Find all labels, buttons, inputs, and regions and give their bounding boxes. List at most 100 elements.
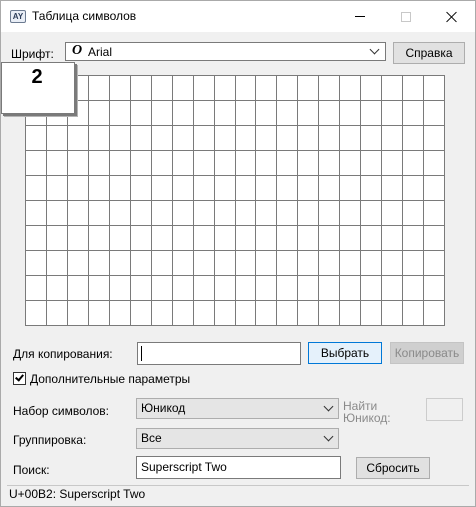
char-cell[interactable] [382,276,403,301]
char-cell[interactable] [277,126,298,151]
char-cell[interactable] [26,126,47,151]
char-cell[interactable] [26,201,47,226]
char-cell[interactable] [152,126,173,151]
char-cell[interactable] [403,151,424,176]
char-cell[interactable] [298,126,319,151]
char-cell[interactable] [361,76,382,101]
help-button[interactable]: Справка [393,42,465,64]
char-cell[interactable] [68,201,89,226]
char-cell[interactable] [173,151,194,176]
char-cell[interactable] [424,226,445,251]
title-bar[interactable]: AY Таблица символов [1,1,475,32]
char-cell[interactable] [215,101,236,126]
char-cell[interactable] [110,176,131,201]
char-cell[interactable] [424,201,445,226]
char-cell[interactable] [215,251,236,276]
char-cell[interactable] [194,276,215,301]
char-cell[interactable] [319,226,340,251]
char-cell[interactable] [403,76,424,101]
char-cell[interactable] [298,251,319,276]
char-cell[interactable] [194,76,215,101]
char-cell[interactable] [68,251,89,276]
char-cell[interactable] [131,226,152,251]
char-cell[interactable] [236,251,256,276]
char-cell[interactable] [277,276,298,301]
char-cell[interactable] [236,76,256,101]
char-cell[interactable] [319,251,340,276]
char-cell[interactable] [298,226,319,251]
char-cell[interactable] [26,226,47,251]
char-cell[interactable] [361,276,382,301]
char-cell[interactable] [194,101,215,126]
char-cell[interactable] [89,101,110,126]
char-cell[interactable] [194,226,215,251]
char-cell[interactable] [403,276,424,301]
char-cell[interactable] [236,126,256,151]
char-cell[interactable] [277,101,298,126]
char-cell[interactable] [236,176,256,201]
char-cell[interactable] [256,176,277,201]
char-cell[interactable] [152,151,173,176]
char-cell[interactable] [361,251,382,276]
char-cell[interactable] [424,251,445,276]
char-cell[interactable] [277,76,298,101]
char-cell[interactable] [277,176,298,201]
grouping-dropdown[interactable]: Все [136,428,339,449]
char-cell[interactable] [298,276,319,301]
char-cell[interactable] [340,126,361,151]
charset-dropdown[interactable]: Юникод [136,398,339,419]
copy-input[interactable] [137,342,301,365]
char-cell[interactable] [89,201,110,226]
advanced-options-checkbox[interactable] [13,372,26,385]
char-cell[interactable] [256,151,277,176]
char-cell[interactable] [340,76,361,101]
char-cell[interactable] [68,276,89,301]
char-cell[interactable] [236,226,256,251]
char-cell[interactable] [424,276,445,301]
char-cell[interactable] [403,176,424,201]
char-cell[interactable] [131,101,152,126]
char-cell[interactable] [215,76,236,101]
char-cell[interactable] [256,276,277,301]
char-cell[interactable] [361,226,382,251]
char-cell[interactable] [152,101,173,126]
char-cell[interactable] [424,176,445,201]
char-cell[interactable] [26,151,47,176]
char-cell[interactable] [131,76,152,101]
char-cell[interactable] [403,201,424,226]
char-cell[interactable] [361,151,382,176]
char-cell[interactable] [256,76,277,101]
char-cell[interactable] [215,126,236,151]
char-cell[interactable] [361,101,382,126]
char-cell[interactable] [424,301,445,326]
char-cell[interactable] [173,251,194,276]
char-cell[interactable] [236,151,256,176]
char-cell[interactable] [277,251,298,276]
char-cell[interactable] [89,276,110,301]
char-cell[interactable] [424,126,445,151]
char-cell[interactable] [110,301,131,326]
char-cell[interactable] [131,176,152,201]
char-cell[interactable] [47,201,68,226]
char-cell[interactable] [47,251,68,276]
char-cell[interactable] [194,151,215,176]
char-cell[interactable] [256,201,277,226]
char-cell[interactable] [340,251,361,276]
char-cell[interactable] [382,201,403,226]
char-cell[interactable] [382,101,403,126]
char-cell[interactable] [215,151,236,176]
char-cell[interactable] [382,76,403,101]
char-cell[interactable] [319,176,340,201]
char-cell[interactable] [110,126,131,151]
char-cell[interactable] [277,301,298,326]
char-cell[interactable] [68,301,89,326]
char-cell[interactable] [194,126,215,151]
char-cell[interactable] [152,301,173,326]
char-cell[interactable] [340,151,361,176]
char-cell[interactable] [110,76,131,101]
char-cell[interactable] [340,101,361,126]
search-input[interactable]: Superscript Two [136,456,341,479]
char-cell[interactable] [340,276,361,301]
char-cell[interactable] [89,301,110,326]
char-cell[interactable] [277,151,298,176]
